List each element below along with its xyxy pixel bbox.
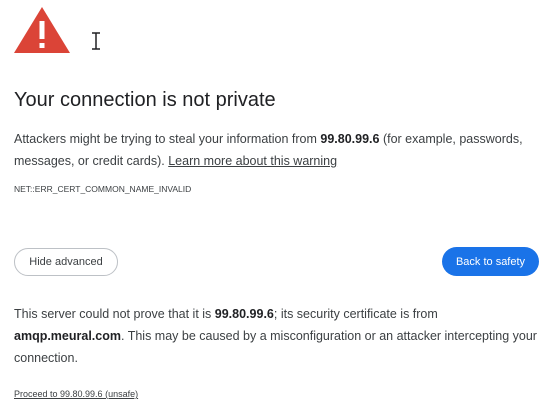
details-host: 99.80.99.6: [214, 307, 274, 321]
advanced-details: This server could not prove that it is 9…: [14, 303, 544, 369]
details-cert-domain: amqp.meural.com: [14, 329, 121, 343]
error-code: NET::ERR_CERT_COMMON_NAME_INVALID: [14, 184, 192, 194]
page-title: Your connection is not private: [14, 89, 276, 111]
description-host: 99.80.99.6: [320, 132, 380, 146]
proceed-unsafe-link[interactable]: Proceed to 99.80.99.6 (unsafe): [14, 389, 138, 399]
learn-more-link[interactable]: Learn more about this warning: [168, 154, 337, 168]
back-to-safety-button[interactable]: Back to safety: [442, 247, 539, 276]
warning-description: Attackers might be trying to steal your …: [14, 128, 539, 172]
description-text-before: Attackers might be trying to steal your …: [14, 132, 321, 146]
details-text-2: ; its security certificate is from: [273, 307, 438, 321]
text-cursor-icon: [92, 32, 100, 50]
warning-triangle-icon: [14, 7, 70, 53]
hide-advanced-button[interactable]: Hide advanced: [14, 248, 118, 276]
details-text-1: This server could not prove that it is: [14, 307, 215, 321]
